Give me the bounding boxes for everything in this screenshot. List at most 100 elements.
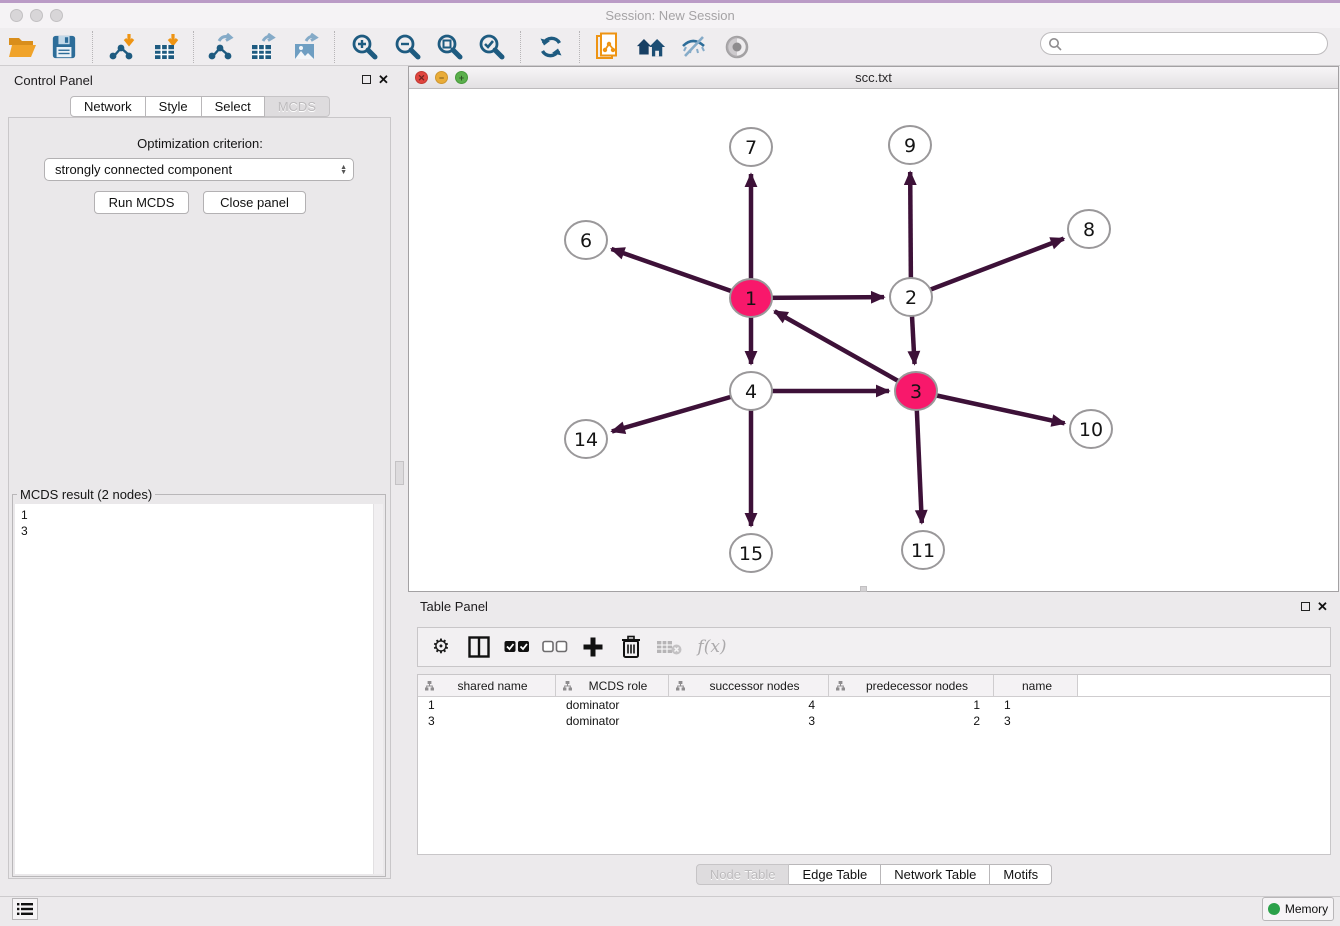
- graph-node-7[interactable]: 7: [730, 128, 772, 166]
- graph-node-11[interactable]: 11: [902, 531, 944, 569]
- tab-mcds[interactable]: MCDS: [265, 96, 330, 117]
- minimize-window-button[interactable]: [30, 9, 43, 22]
- list-icon: [17, 902, 33, 916]
- graph-node-15[interactable]: 15: [730, 534, 772, 572]
- window-resize-handle[interactable]: [860, 586, 867, 592]
- graph-node-1[interactable]: 1: [730, 279, 772, 317]
- show-panel-list-button[interactable]: [12, 898, 38, 920]
- scrollbar[interactable]: [373, 504, 383, 874]
- table-row[interactable]: 3dominator323: [418, 713, 1330, 729]
- show-hidden-icon[interactable]: [722, 32, 752, 62]
- search-icon: [1048, 37, 1062, 51]
- table-settings-icon[interactable]: ⚙: [428, 634, 454, 660]
- close-panel-icon[interactable]: ✕: [378, 74, 389, 86]
- open-file-icon[interactable]: [7, 32, 37, 62]
- select-all-columns-icon[interactable]: [504, 634, 530, 660]
- table-cell[interactable]: dominator: [556, 698, 669, 712]
- control-panel-tabs: Network Style Select MCDS: [0, 96, 400, 117]
- column-header-shared-name[interactable]: shared name: [418, 675, 556, 696]
- graph-edge-3-10[interactable]: [916, 391, 1065, 423]
- column-header-MCDS-role[interactable]: MCDS role: [556, 675, 669, 696]
- column-header-successor-nodes[interactable]: successor nodes: [669, 675, 829, 696]
- import-table-icon[interactable]: [151, 32, 181, 62]
- graph-node-9[interactable]: 9: [889, 126, 931, 164]
- add-column-icon[interactable]: [580, 634, 606, 660]
- refresh-layout-icon[interactable]: [536, 32, 566, 62]
- table-cell[interactable]: 3: [418, 714, 556, 728]
- network-canvas[interactable]: 1 2 3 4 6 7 8 9 10 11 14 15: [409, 89, 1338, 592]
- tab-select[interactable]: Select: [202, 96, 265, 117]
- tab-motifs[interactable]: Motifs: [990, 864, 1052, 885]
- tab-node-table[interactable]: Node Table: [696, 864, 790, 885]
- close-window-button[interactable]: [10, 9, 23, 22]
- column-tree-icon: [563, 681, 572, 691]
- zoom-out-icon[interactable]: [393, 32, 423, 62]
- table-row[interactable]: 1dominator411: [418, 697, 1330, 713]
- tab-edge-table[interactable]: Edge Table: [789, 864, 881, 885]
- mcds-result-textarea[interactable]: 1 3: [15, 504, 383, 874]
- table-cell[interactable]: 1: [418, 698, 556, 712]
- close-table-panel-icon[interactable]: ✕: [1317, 601, 1328, 613]
- tab-style[interactable]: Style: [146, 96, 202, 117]
- float-table-panel-icon[interactable]: [1301, 602, 1310, 611]
- table-cell[interactable]: 4: [669, 698, 829, 712]
- import-network-icon[interactable]: [107, 32, 137, 62]
- function-builder-icon[interactable]: f(x): [694, 634, 730, 660]
- node-table[interactable]: shared nameMCDS rolesuccessor nodesprede…: [417, 674, 1331, 855]
- float-panel-icon[interactable]: [362, 75, 371, 84]
- column-label: shared name: [434, 679, 555, 693]
- table-cell[interactable]: dominator: [556, 714, 669, 728]
- close-panel-button[interactable]: Close panel: [203, 191, 306, 214]
- deselect-all-columns-icon[interactable]: [542, 634, 568, 660]
- column-header-name[interactable]: name: [994, 675, 1078, 696]
- network-file-icon[interactable]: [593, 32, 623, 62]
- optimization-criterion-select[interactable]: strongly connected component ▲▼: [44, 158, 354, 181]
- memory-button[interactable]: Memory: [1262, 897, 1334, 921]
- table-cell[interactable]: 1: [994, 698, 1078, 712]
- tab-network[interactable]: Network: [70, 96, 146, 117]
- graph-node-2[interactable]: 2: [890, 278, 932, 316]
- graph-node-4[interactable]: 4: [730, 372, 772, 410]
- memory-status-icon: [1268, 903, 1280, 915]
- graph-node-label: 8: [1083, 219, 1095, 241]
- network-window-titlebar[interactable]: ✕ − + scc.txt: [409, 67, 1338, 89]
- zoom-window-button[interactable]: [50, 9, 63, 22]
- save-session-icon[interactable]: [49, 32, 79, 62]
- run-mcds-button[interactable]: Run MCDS: [94, 191, 189, 214]
- zoom-in-icon[interactable]: [350, 32, 380, 62]
- graph-node-8[interactable]: 8: [1068, 210, 1110, 248]
- search-box[interactable]: [1040, 32, 1328, 55]
- home-icon[interactable]: [636, 32, 666, 62]
- zoom-fit-icon[interactable]: [435, 32, 465, 62]
- graph-node-3[interactable]: 3: [895, 372, 937, 410]
- table-cell[interactable]: 1: [829, 698, 994, 712]
- export-table-icon[interactable]: [248, 32, 278, 62]
- graph-edge-3-1[interactable]: [775, 311, 916, 391]
- search-input[interactable]: [1062, 36, 1316, 52]
- splitter-handle[interactable]: [395, 461, 404, 485]
- table-cell[interactable]: 3: [669, 714, 829, 728]
- graph-node-10[interactable]: 10: [1070, 410, 1112, 448]
- status-bar: [0, 896, 1340, 926]
- split-columns-icon[interactable]: [466, 634, 492, 660]
- minimize-view-button[interactable]: −: [435, 71, 448, 84]
- graph-edge-1-6[interactable]: [611, 249, 751, 298]
- export-network-icon[interactable]: [206, 32, 236, 62]
- toolbar-separator: [92, 31, 94, 63]
- table-cell[interactable]: 3: [994, 714, 1078, 728]
- graph-node-14[interactable]: 14: [565, 420, 607, 458]
- column-header-predecessor-nodes[interactable]: predecessor nodes: [829, 675, 994, 696]
- graph-node-6[interactable]: 6: [565, 221, 607, 259]
- delete-column-icon[interactable]: [618, 634, 644, 660]
- delete-table-icon[interactable]: [656, 634, 682, 660]
- close-view-button[interactable]: ✕: [415, 71, 428, 84]
- graph-edge-2-8[interactable]: [911, 239, 1064, 297]
- maximize-view-button[interactable]: +: [455, 71, 468, 84]
- hide-selected-icon[interactable]: [679, 32, 709, 62]
- export-image-icon[interactable]: [291, 32, 321, 62]
- optimization-criterion-label: Optimization criterion:: [0, 136, 400, 151]
- table-cell[interactable]: 2: [829, 714, 994, 728]
- toolbar-separator: [579, 31, 581, 63]
- zoom-selected-icon[interactable]: [477, 32, 507, 62]
- tab-network-table[interactable]: Network Table: [881, 864, 990, 885]
